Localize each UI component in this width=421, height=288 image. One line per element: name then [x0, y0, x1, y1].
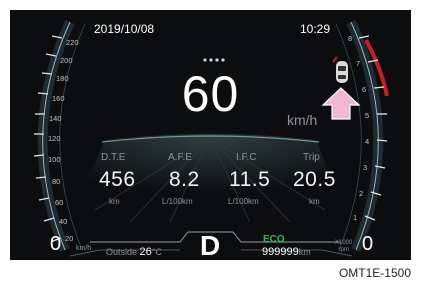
odometer: 999999km: [262, 246, 311, 258]
trip-unit-dte: km: [109, 197, 120, 206]
rpm-scale-zero: 0: [362, 233, 374, 255]
clock-display: 10:29: [300, 22, 331, 36]
speed-tick-label: 220: [66, 38, 79, 47]
trip-label-trip: Trip: [303, 152, 320, 163]
trip-unit-trip: km: [309, 197, 320, 206]
outside-unit: °C: [151, 247, 162, 257]
speed-tick-label: 40: [59, 217, 68, 226]
rpm-scale-unit: X1000 rpm: [335, 240, 353, 253]
rpm-tick-label: 8: [348, 34, 353, 43]
rpm-tick-label: 4: [365, 137, 370, 146]
speed-tick-label: 60: [55, 198, 64, 207]
outside-value: 26: [139, 246, 152, 258]
trip-value-dte: 456: [99, 168, 136, 191]
rpm-tick-label: 7: [356, 59, 361, 68]
trip-unit-afe: L/100km: [162, 197, 193, 206]
trip-value-ifc: 11.5: [229, 168, 271, 191]
speed-tick-label: 120: [48, 134, 61, 143]
cluster-graphics: [33, 19, 389, 257]
speed-scale-unit: km/h: [76, 245, 92, 252]
trip-label-afe: A.F.E: [168, 152, 192, 163]
odometer-unit: km: [298, 247, 311, 257]
date-display: 2019/10/08: [94, 22, 155, 36]
rpm-tick-label: 1: [353, 213, 358, 222]
speed-tick-label: 20: [65, 234, 74, 243]
instrument-cluster-display: 220 200 180 160 140 120 100 80 60 40 20 …: [10, 10, 411, 260]
speed-value: 60: [181, 66, 240, 122]
page-indicator-dots: [203, 58, 225, 62]
trip-value-afe: 8.2: [169, 168, 200, 191]
outside-temperature: Outside 26°C: [106, 246, 162, 258]
odometer-value: 999999: [262, 246, 299, 258]
trip-label-dte: D.T.E: [101, 152, 126, 163]
speed-unit: km/h: [287, 112, 318, 128]
rpm-tick-label: 3: [363, 163, 368, 172]
outside-label: Outside: [106, 247, 138, 257]
trip-value-trip: 20.5: [293, 168, 336, 191]
gear-indicator: D: [200, 230, 221, 260]
speed-scale-zero: 0: [50, 233, 62, 255]
speed-tick-label: 200: [60, 56, 73, 65]
speed-tick-label: 80: [52, 177, 61, 186]
figure-code-caption: OMT1E-1500: [338, 266, 411, 280]
trip-label-ifc: I.F.C: [236, 152, 257, 163]
rpm-tick-label: 2: [359, 189, 364, 198]
speed-tick-label: 100: [48, 155, 61, 164]
eco-indicator: ECO: [263, 234, 285, 245]
trip-unit-ifc: L/100km: [228, 197, 259, 206]
